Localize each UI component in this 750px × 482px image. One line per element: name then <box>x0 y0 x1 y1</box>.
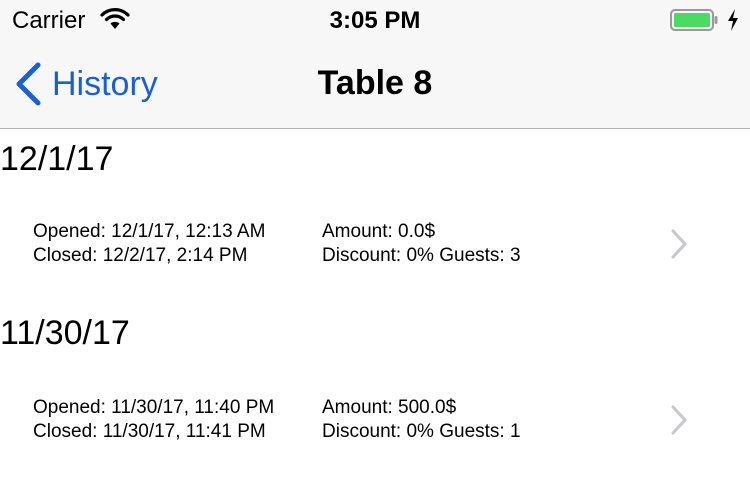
closed-text: Closed: 12/2/17, 2:14 PM <box>33 245 248 266</box>
status-time: 3:05 PM <box>329 7 421 34</box>
section-header: 11/30/17 <box>0 314 130 352</box>
section-header: 12/1/17 <box>0 140 114 178</box>
status-bar: Carrier 3:05 PM <box>0 0 750 40</box>
page-title: Table 8 <box>317 64 433 102</box>
battery-icon <box>670 9 718 31</box>
discount-guests-text: Discount: 0% Guests: 3 <box>322 245 521 266</box>
chevron-right-icon <box>671 229 687 259</box>
times-column: Opened: 11/30/17, 11:40 PM Closed: 11/30… <box>33 396 274 444</box>
navigation-bar: History Table 8 <box>0 40 750 129</box>
discount-guests-text: Discount: 0% Guests: 1 <box>322 421 521 442</box>
amount-text: Amount: 500.0$ <box>322 397 457 418</box>
totals-column: Amount: 500.0$ Discount: 0% Guests: 1 <box>322 396 521 444</box>
amount-text: Amount: 0.0$ <box>322 221 436 242</box>
list-item[interactable]: Opened: 12/1/17, 12:13 AM Closed: 12/2/1… <box>0 220 750 306</box>
times-column: Opened: 12/1/17, 12:13 AM Closed: 12/2/1… <box>33 220 265 268</box>
list-item[interactable]: Opened: 11/30/17, 11:40 PM Closed: 11/30… <box>0 396 750 482</box>
chevron-right-icon <box>671 405 687 435</box>
closed-text: Closed: 11/30/17, 11:41 PM <box>33 421 266 442</box>
opened-text: Opened: 11/30/17, 11:40 PM <box>33 397 275 418</box>
opened-text: Opened: 12/1/17, 12:13 AM <box>33 221 266 242</box>
lightning-icon <box>728 9 738 31</box>
totals-column: Amount: 0.0$ Discount: 0% Guests: 3 <box>322 220 521 268</box>
